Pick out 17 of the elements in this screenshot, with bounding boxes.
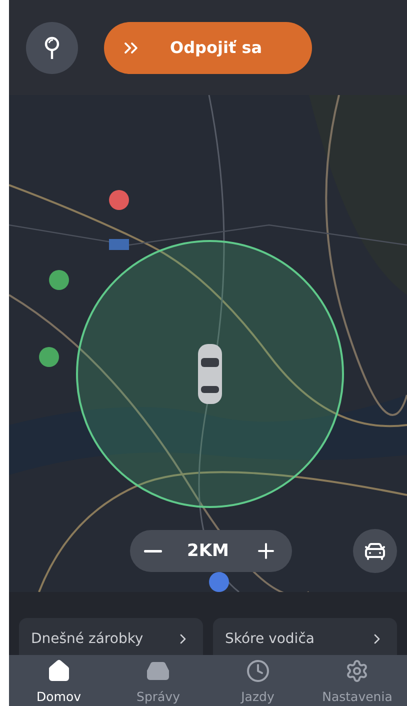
home-icon [46, 659, 71, 683]
settings-icon [345, 659, 370, 683]
minus-icon [144, 550, 162, 552]
zoom-out-button[interactable] [144, 550, 162, 552]
disconnect-button[interactable]: Odpojiť sa [104, 22, 312, 74]
nav-tab[interactable]: Jazdy [208, 655, 308, 706]
pin-icon [42, 36, 62, 60]
pin-button[interactable] [26, 22, 78, 74]
zoom-value: 2KM [187, 541, 229, 561]
summary-card[interactable]: Dnešné zárobky [19, 618, 203, 655]
summary-card[interactable]: Skóre vodiča [213, 618, 397, 655]
car-icon [196, 342, 224, 406]
clock-icon [246, 659, 270, 683]
inbox-icon [146, 659, 170, 683]
nav-tab[interactable]: Domov [9, 655, 108, 706]
nav-tab[interactable]: Nastavenia [308, 655, 407, 706]
nav-tab[interactable]: Správy [108, 655, 208, 706]
